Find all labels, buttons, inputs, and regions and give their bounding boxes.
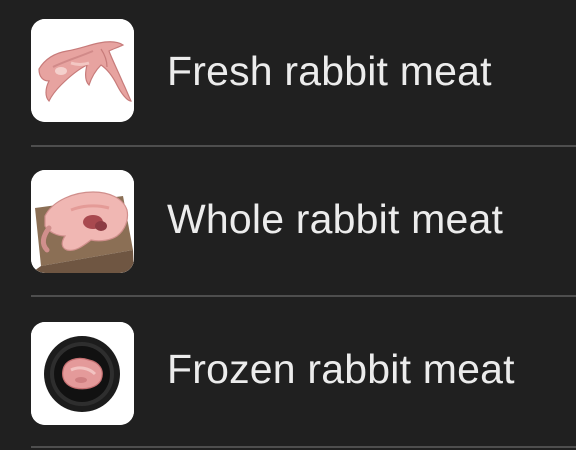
divider <box>31 145 576 147</box>
item-label: Whole rabbit meat <box>167 196 504 242</box>
fresh-rabbit-meat-icon <box>31 19 134 122</box>
item-label: Frozen rabbit meat <box>167 346 515 392</box>
whole-rabbit-meat-icon <box>31 170 134 273</box>
list-item-fresh-rabbit-meat[interactable]: Fresh rabbit meat <box>0 0 576 148</box>
list-item-frozen-rabbit-meat[interactable]: Frozen rabbit meat <box>0 298 576 446</box>
divider <box>31 295 576 297</box>
frozen-rabbit-meat-icon <box>31 322 134 425</box>
divider <box>31 446 576 448</box>
list-item-whole-rabbit-meat[interactable]: Whole rabbit meat <box>0 148 576 296</box>
product-list: Fresh rabbit meat Whole rabbit meat Froz… <box>0 0 576 450</box>
item-label: Fresh rabbit meat <box>167 48 492 94</box>
